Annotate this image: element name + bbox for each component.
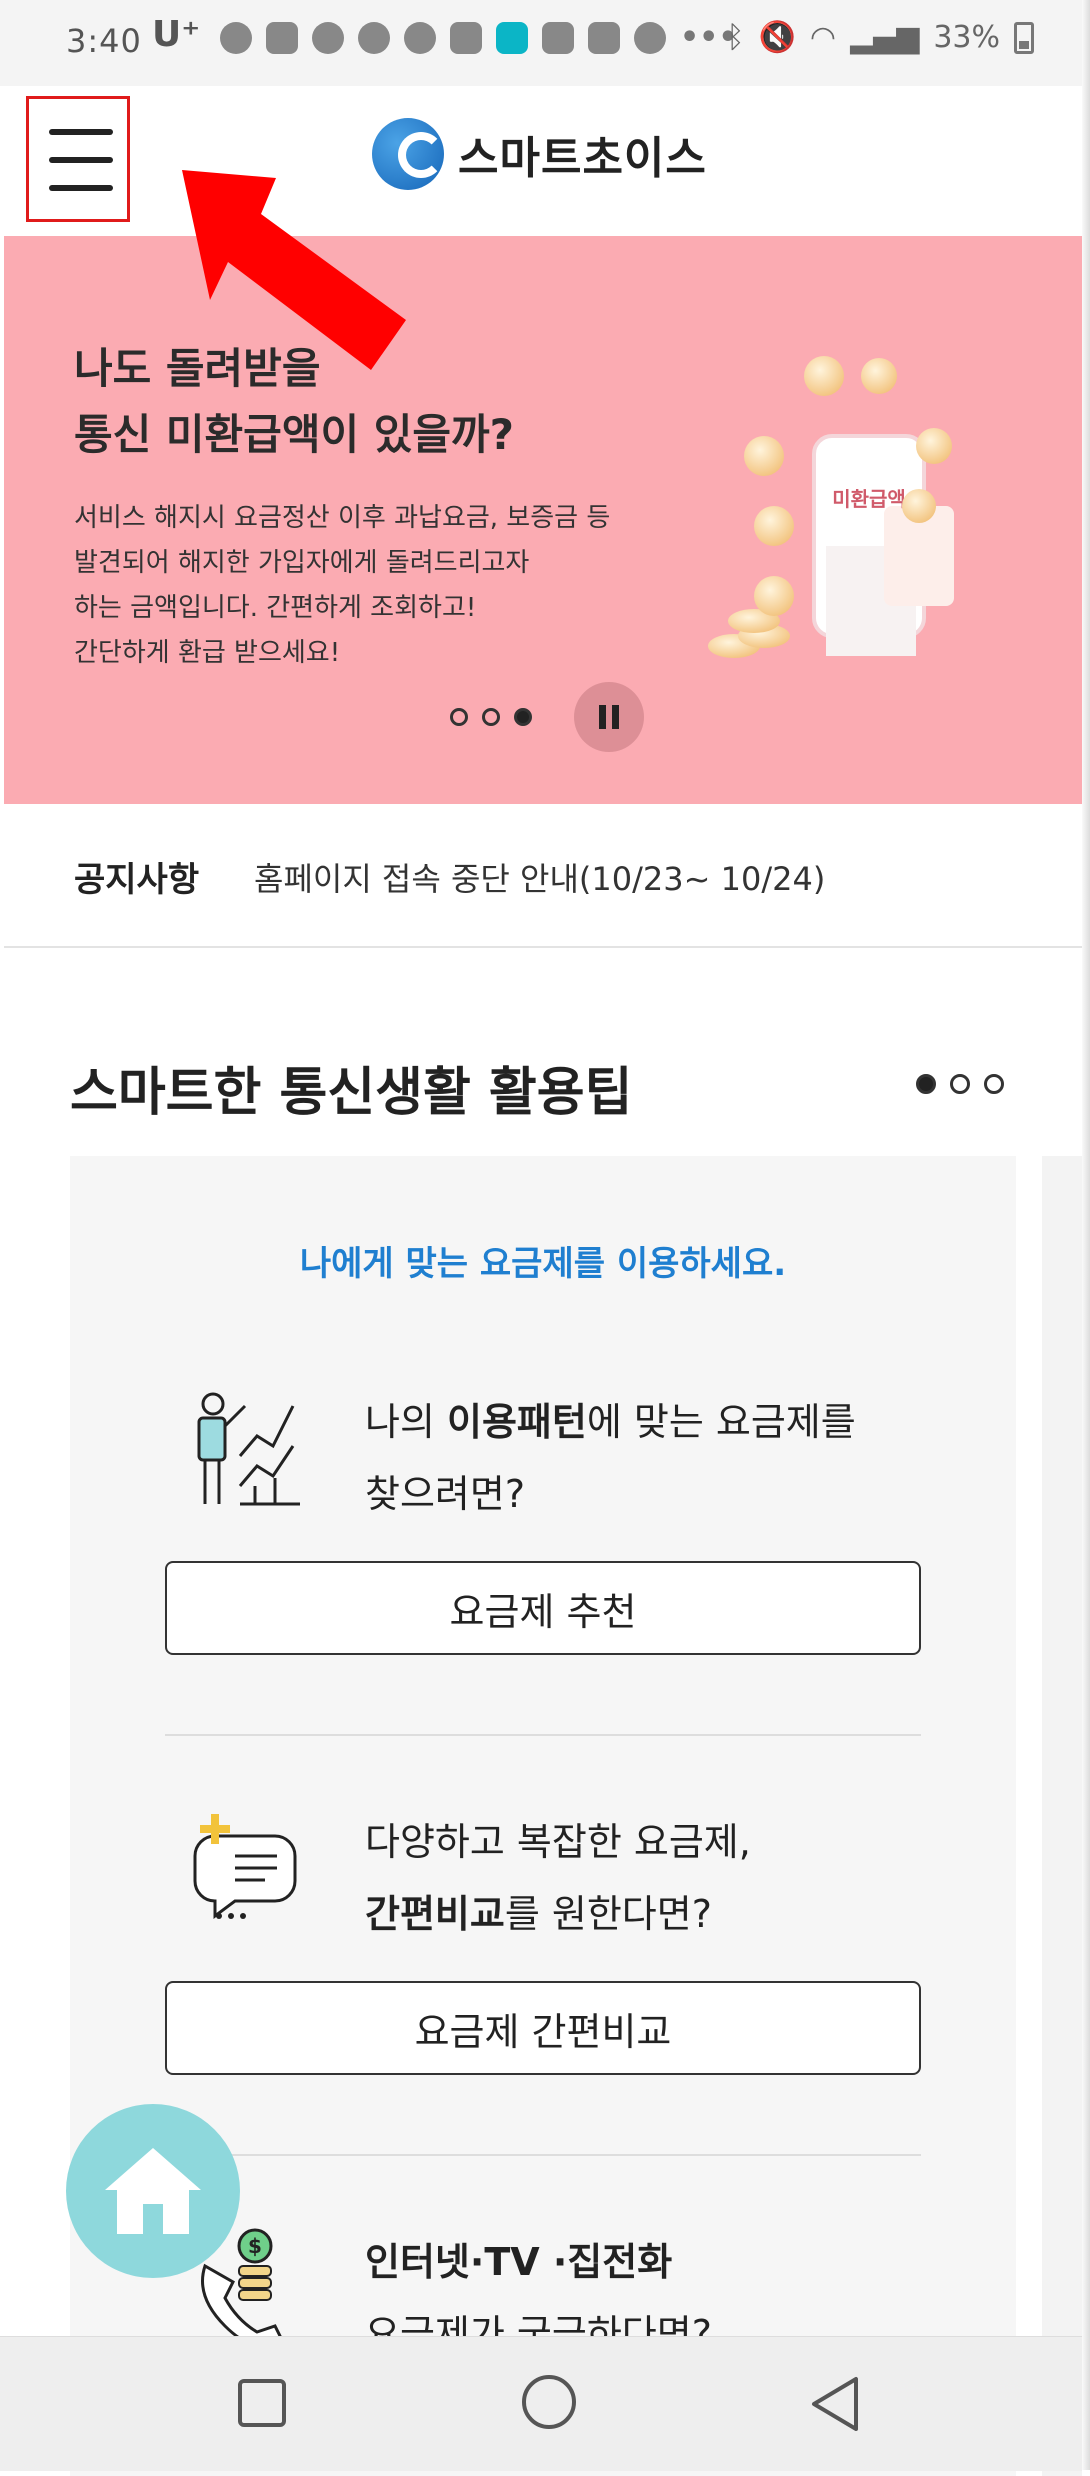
tip-text-line: 다양하고 복잡한 요금제, — [365, 1820, 751, 1864]
tip-text: 나의 이용패턴에 맞는 요금제를 찾으려면? — [365, 1386, 856, 1530]
tip-text-bold: 이용패턴 — [447, 1400, 587, 1444]
pagination-dot[interactable] — [450, 708, 468, 726]
site-logo[interactable]: 스마트초이스 — [372, 118, 707, 190]
bluetooth-icon: ᛒ — [726, 20, 745, 55]
tips-pagination — [916, 1074, 1004, 1094]
pagination-dot-active[interactable] — [916, 1074, 936, 1094]
status-carrier: U⁺ — [152, 14, 201, 55]
tiktok-icon — [404, 21, 436, 54]
tip-text-part: 나의 — [365, 1400, 447, 1444]
app-icon — [496, 21, 528, 54]
refund-illustration: 미환급액 — [708, 356, 954, 658]
system-icons: ᛒ 🔇 ◠ ▂▄▆ 33% — [727, 20, 1034, 55]
menu-bar — [49, 129, 113, 135]
battery-icon — [1014, 21, 1034, 54]
menu-bar — [49, 185, 113, 191]
tip-text-bold: 간편비교 — [365, 1892, 505, 1936]
edge-shadow — [1082, 0, 1090, 2470]
tip-text: 다양하고 복잡한 요금제, 간편비교를 원한다면? — [365, 1806, 751, 1950]
presentation-chart-icon — [197, 1392, 300, 1506]
banner-title-line: 통신 미환급액이 있을까? — [74, 410, 515, 459]
wifi-icon: ◠ — [809, 20, 837, 55]
tip-text-part: 를 원한다면? — [504, 1892, 712, 1936]
divider — [165, 2154, 921, 2156]
banner-pagination — [450, 708, 532, 726]
battery-saver-icon — [588, 21, 620, 54]
hamburger-menu-button[interactable] — [26, 96, 130, 222]
pick-icon — [312, 21, 344, 54]
recent-apps-button[interactable] — [238, 2379, 286, 2427]
banner-desc-line: 간단하게 환급 받으세요! — [74, 638, 341, 668]
home-icon — [105, 2148, 201, 2234]
red-arrow-annotation — [182, 170, 406, 370]
tip-text-part: 에 맞는 요금제를 — [586, 1400, 856, 1444]
home-button[interactable] — [522, 2375, 576, 2429]
banner-desc-line: 서비스 해지시 요금정산 이후 과납요금, 보증금 등 — [74, 503, 611, 533]
illustration-label: 미환급액 — [832, 487, 906, 511]
back-button[interactable] — [808, 2375, 864, 2433]
pagination-dot[interactable] — [950, 1074, 970, 1094]
message-icon — [266, 21, 298, 54]
tips-section-title: 스마트한 통신생활 활용팁 — [70, 1063, 633, 1123]
status-time: 3:40 — [66, 22, 142, 60]
tips-card: 나에게 맞는 요금제를 이용하세요. 나의 이용패턴에 맞는 요금제를 찾으려면… — [70, 1156, 1016, 2476]
app-header: 스마트초이스 — [0, 86, 1082, 236]
pagination-dot-active[interactable] — [514, 708, 532, 726]
wallet-icon — [542, 21, 574, 54]
system-nav-bar — [0, 2336, 1082, 2471]
menu-bar — [49, 157, 113, 163]
talk-icon — [220, 21, 252, 54]
banner-desc-line: 발견되어 해지한 가입자에게 돌려드리고자 — [74, 548, 530, 578]
notice-label: 공지사항 — [74, 860, 200, 900]
whowho-icon — [634, 21, 666, 54]
notice-bar[interactable]: 공지사항 홈페이지 접속 중단 안내(10/23~ 10/24) — [4, 804, 1082, 948]
tip-text-line: 찾으려면? — [365, 1472, 526, 1516]
wallet-icon — [450, 21, 482, 54]
battery-percent: 33% — [933, 20, 1000, 55]
svg-text:$: $ — [248, 2234, 262, 2258]
mute-icon: 🔇 — [758, 20, 796, 55]
notification-icons: ••• — [200, 20, 738, 55]
tiktok-icon — [358, 21, 390, 54]
banner-description: 서비스 해지시 요금정산 이후 과납요금, 보증금 등 발견되어 해지한 가입자… — [74, 496, 610, 676]
pagination-dot[interactable] — [482, 708, 500, 726]
home-fab-button[interactable] — [66, 2104, 240, 2278]
pagination-dot[interactable] — [984, 1074, 1004, 1094]
chat-compare-icon — [193, 1814, 297, 1919]
status-bar: 3:40 U⁺ ••• ᛒ 🔇 ◠ ▂▄▆ 33% — [0, 0, 1082, 86]
plan-compare-button[interactable]: 요금제 간편비교 — [165, 1981, 921, 2075]
tips-card-heading: 나에게 맞는 요금제를 이용하세요. — [299, 1244, 787, 1284]
logo-text: 스마트초이스 — [458, 133, 707, 184]
app-screen: 3:40 U⁺ ••• ᛒ 🔇 ◠ ▂▄▆ 33% 스마트초이스 나도 돌려받을… — [0, 0, 1090, 2476]
banner-desc-line: 하는 금액입니다. 간편하게 조회하고! — [74, 593, 477, 623]
divider — [165, 1734, 921, 1736]
plan-recommend-button[interactable]: 요금제 추천 — [165, 1561, 921, 1655]
next-card-peek[interactable] — [1042, 1156, 1082, 2476]
banner-pause-button[interactable] — [574, 682, 644, 752]
signal-icon: ▂▄▆ — [850, 20, 920, 55]
notice-link[interactable]: 홈페이지 접속 중단 안내(10/23~ 10/24) — [254, 854, 825, 900]
tip-text-bold: 인터넷·TV ·집전화 — [365, 2240, 673, 2284]
